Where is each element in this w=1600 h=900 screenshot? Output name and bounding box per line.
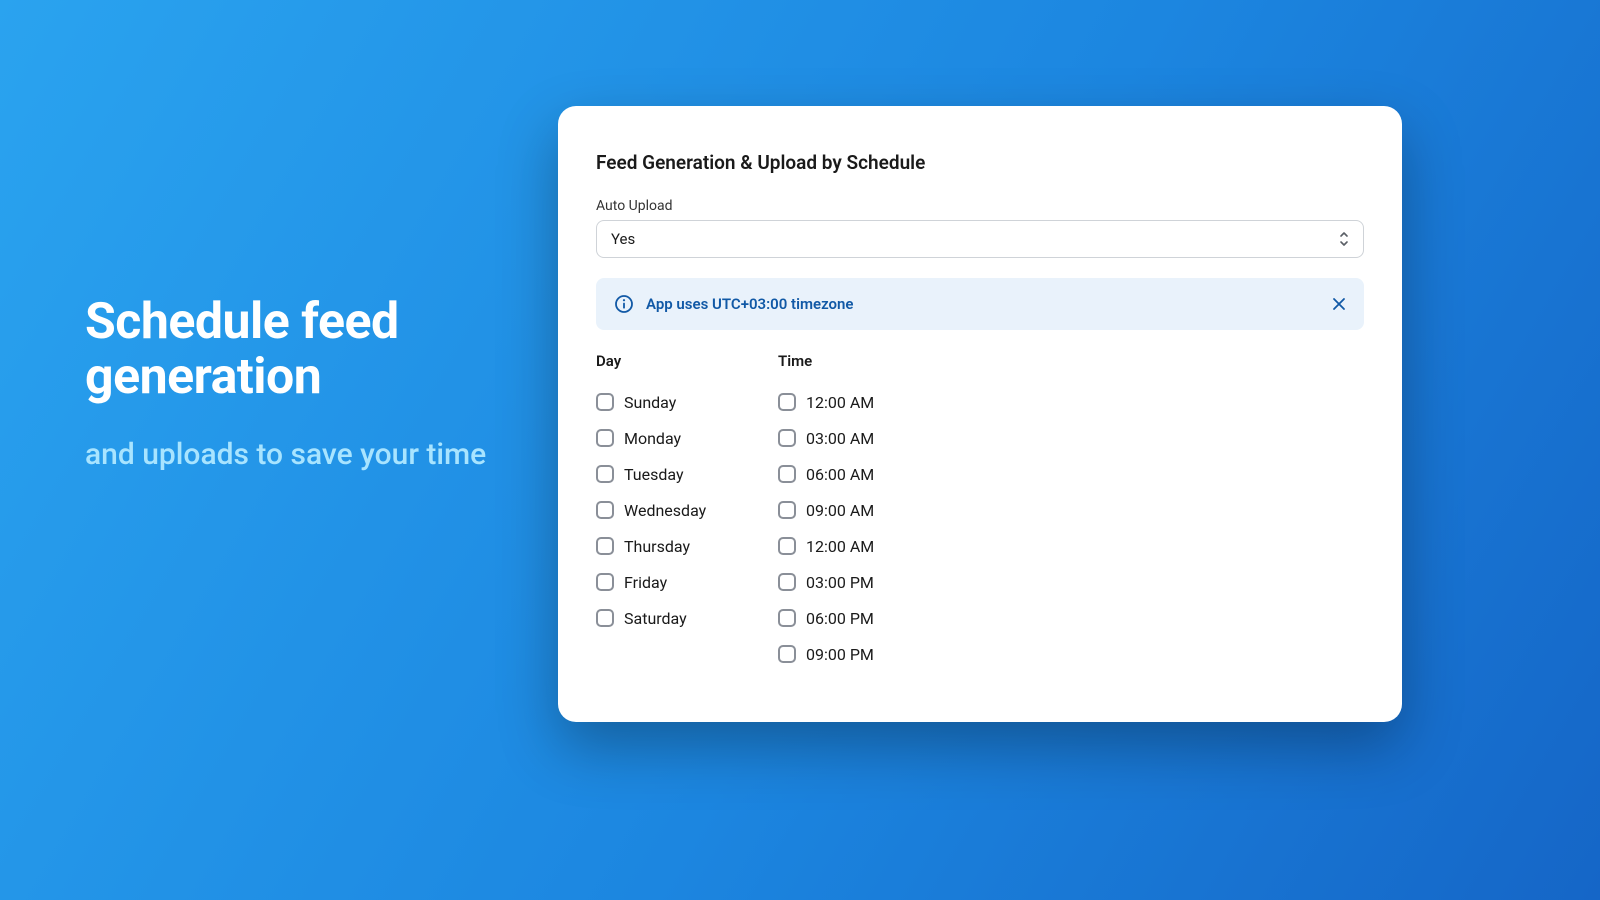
day-row: Friday: [596, 564, 778, 600]
time-row: 06:00 PM: [778, 600, 960, 636]
auto-upload-value: Yes: [611, 230, 635, 248]
day-row: Sunday: [596, 384, 778, 420]
time-row: 06:00 AM: [778, 456, 960, 492]
timezone-banner-text: App uses UTC+03:00 timezone: [646, 295, 1320, 313]
time-checkbox[interactable]: [778, 645, 796, 663]
time-checkbox[interactable]: [778, 501, 796, 519]
hero-title: Schedule feed generation: [85, 295, 505, 405]
day-row: Tuesday: [596, 456, 778, 492]
time-label: 09:00 PM: [806, 645, 874, 664]
day-row: Wednesday: [596, 492, 778, 528]
time-row: 12:00 AM: [778, 528, 960, 564]
day-column-header: Day: [596, 352, 778, 370]
time-label: 06:00 PM: [806, 609, 874, 628]
time-column-header: Time: [778, 352, 960, 370]
day-checkbox[interactable]: [596, 573, 614, 591]
day-checkbox[interactable]: [596, 501, 614, 519]
time-row: 09:00 AM: [778, 492, 960, 528]
day-label: Thursday: [624, 537, 690, 556]
time-label: 12:00 AM: [806, 393, 874, 412]
day-checkbox[interactable]: [596, 537, 614, 555]
day-checkbox[interactable]: [596, 465, 614, 483]
time-checkbox[interactable]: [778, 429, 796, 447]
time-checkbox[interactable]: [778, 393, 796, 411]
day-checkbox[interactable]: [596, 609, 614, 627]
day-row: Thursday: [596, 528, 778, 564]
time-column: Time 12:00 AM 03:00 AM 06:00 AM 09:00 AM 12:…: [778, 352, 960, 672]
auto-upload-select[interactable]: Yes: [596, 220, 1364, 258]
time-row: 09:00 PM: [778, 636, 960, 672]
hero-copy: Schedule feed generation and uploads to …: [85, 295, 505, 477]
day-label: Friday: [624, 573, 667, 592]
time-row: 03:00 PM: [778, 564, 960, 600]
time-label: 12:00 AM: [806, 537, 874, 556]
day-label: Wednesday: [624, 501, 706, 520]
day-label: Saturday: [624, 609, 687, 628]
time-checkbox[interactable]: [778, 573, 796, 591]
info-icon: [614, 294, 634, 314]
day-row: Monday: [596, 420, 778, 456]
close-icon[interactable]: [1332, 297, 1346, 311]
schedule-card: Feed Generation & Upload by Schedule Aut…: [558, 106, 1402, 722]
time-label: 03:00 AM: [806, 429, 874, 448]
day-label: Tuesday: [624, 465, 684, 484]
day-checkbox[interactable]: [596, 429, 614, 447]
time-row: 12:00 AM: [778, 384, 960, 420]
timezone-banner: App uses UTC+03:00 timezone: [596, 278, 1364, 330]
select-caret-icon: [1337, 230, 1351, 248]
time-label: 06:00 AM: [806, 465, 874, 484]
hero-subtitle: and uploads to save your time: [85, 433, 505, 477]
day-checkbox[interactable]: [596, 393, 614, 411]
card-title: Feed Generation & Upload by Schedule: [596, 151, 1364, 174]
day-column: Day Sunday Monday Tuesday Wednesday Thursday…: [596, 352, 778, 672]
time-label: 09:00 AM: [806, 501, 874, 520]
time-checkbox[interactable]: [778, 537, 796, 555]
time-checkbox[interactable]: [778, 609, 796, 627]
time-label: 03:00 PM: [806, 573, 874, 592]
day-label: Monday: [624, 429, 681, 448]
day-row: Saturday: [596, 600, 778, 636]
day-label: Sunday: [624, 393, 676, 412]
time-checkbox[interactable]: [778, 465, 796, 483]
time-row: 03:00 AM: [778, 420, 960, 456]
auto-upload-label: Auto Upload: [596, 198, 1364, 214]
